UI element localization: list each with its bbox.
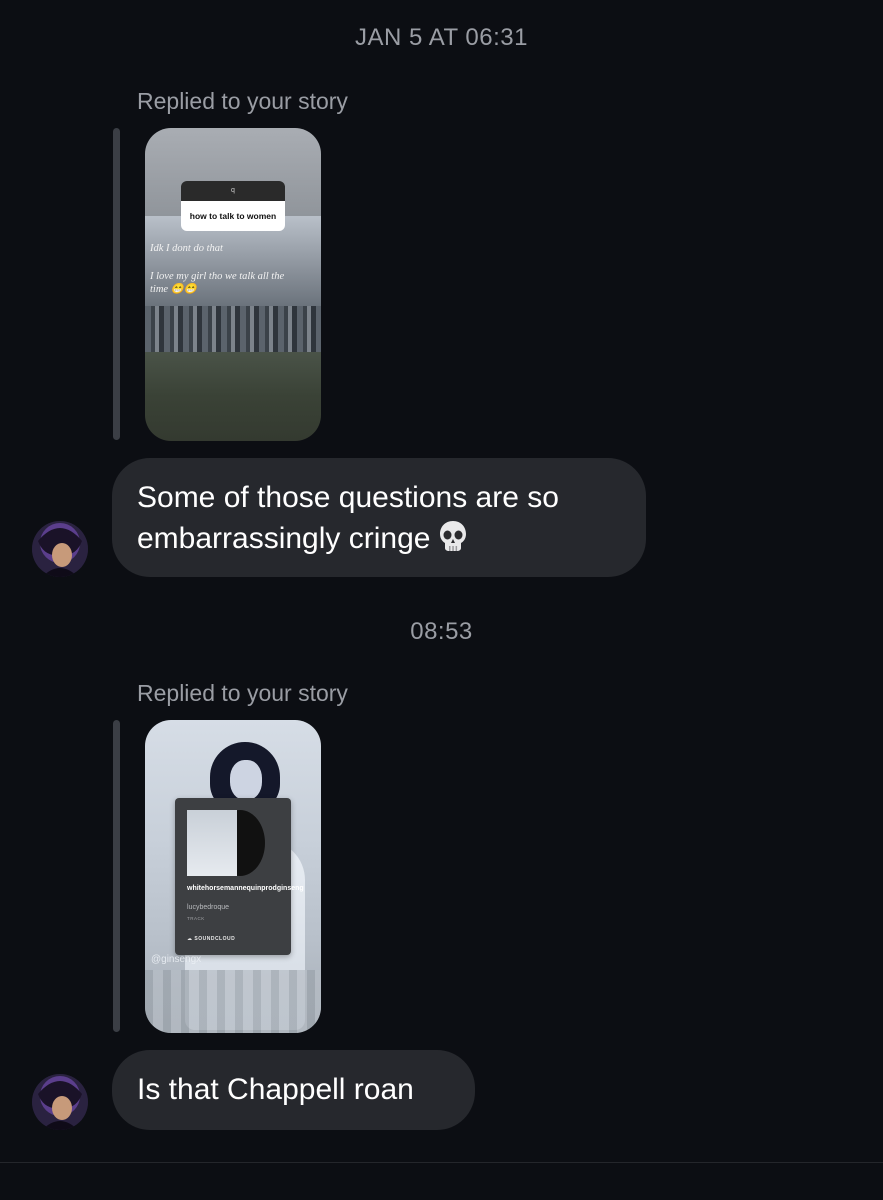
caption-emoji: 😁😁	[170, 284, 197, 295]
replied-to-story-label: Replied to your story	[137, 680, 348, 706]
avatar[interactable]	[32, 1074, 88, 1130]
avatar[interactable]	[32, 521, 88, 577]
quote-bar	[113, 720, 120, 1032]
music-sticker[interactable]: whitehorsemannequinprodginseng lucybedro…	[175, 798, 304, 955]
footer-divider	[0, 1162, 883, 1163]
timestamp-jan-5: JAN 5 AT 06:31	[355, 24, 528, 51]
story-handle: @ginsengx	[151, 954, 202, 965]
quote-bar	[113, 128, 120, 440]
avatar-image	[32, 521, 88, 577]
skull-icon	[440, 521, 467, 551]
story-thumbnail-2[interactable]: whitehorsemannequinprodginseng lucybedro…	[145, 720, 321, 1033]
music-title: whitehorsemannequinprodginseng	[187, 885, 304, 892]
question-sticker-text: how to talk to women	[181, 201, 285, 231]
message-text: Is that Chappell roan	[137, 1073, 414, 1106]
music-artist: lucybedroque	[187, 904, 230, 911]
cloud-icon: ☁	[187, 936, 193, 942]
timestamp-0853: 08:53	[410, 618, 473, 645]
message-text: Some of those questions are so embarrass…	[137, 481, 559, 555]
soundcloud-label: ☁ SOUNDCLOUD	[187, 936, 236, 942]
question-sticker-header: q	[181, 181, 285, 201]
story-caption-line-1: Idk I dont do that	[150, 243, 223, 254]
album-art	[187, 810, 237, 876]
avatar-image	[32, 1074, 88, 1130]
question-sticker: q how to talk to women	[181, 181, 285, 231]
story-thumbnail-1[interactable]: q how to talk to women Idk I dont do tha…	[145, 128, 321, 441]
message-bubble[interactable]: Is that Chappell roan	[112, 1050, 475, 1130]
story-caption-line-2: I love my girl tho we talk all the time …	[150, 271, 285, 295]
message-bubble[interactable]: Some of those questions are so embarrass…	[112, 458, 646, 577]
replied-to-story-label: Replied to your story	[137, 88, 348, 114]
music-type: TRACK	[187, 916, 205, 921]
